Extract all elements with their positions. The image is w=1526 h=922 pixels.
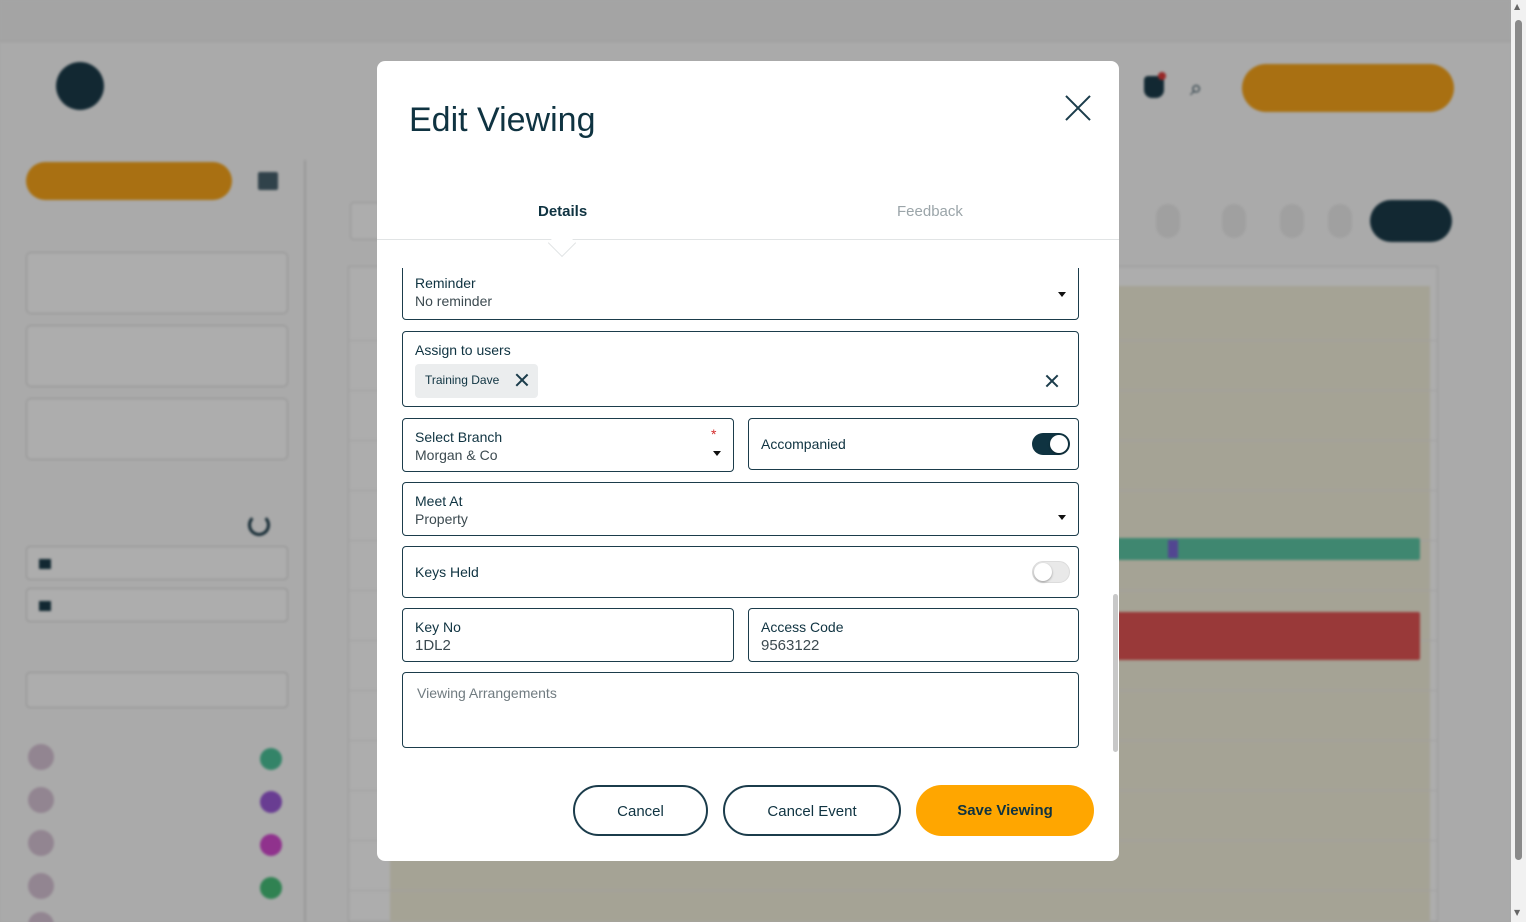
scroll-down-icon[interactable]: ▼ xyxy=(1514,908,1520,917)
key-no-value: 1DL2 xyxy=(415,637,451,654)
chip-remove-icon[interactable] xyxy=(515,373,529,387)
key-no-label: Key No xyxy=(415,619,461,635)
chevron-down-icon xyxy=(1058,515,1066,520)
tab-feedback[interactable]: Feedback xyxy=(897,203,963,220)
meet-at-value: Property xyxy=(415,511,468,527)
modal-title: Edit Viewing xyxy=(409,101,596,139)
save-viewing-button[interactable]: Save Viewing xyxy=(916,785,1094,836)
assign-users-label: Assign to users xyxy=(415,342,511,358)
access-code-value: 9563122 xyxy=(761,637,820,654)
keys-held-field: Keys Held xyxy=(402,546,1079,598)
tab-details[interactable]: Details xyxy=(538,203,587,220)
keys-held-toggle[interactable] xyxy=(1032,561,1070,583)
chevron-down-icon xyxy=(713,451,721,456)
branch-label: Select Branch xyxy=(415,429,503,445)
chevron-down-icon xyxy=(1058,292,1066,297)
tab-divider xyxy=(377,239,1119,240)
branch-select[interactable]: Select Branch * Morgan & Co xyxy=(402,418,734,472)
branch-value: Morgan & Co xyxy=(415,447,498,463)
form-scrollbar-thumb[interactable] xyxy=(1113,594,1118,752)
close-icon[interactable] xyxy=(1063,93,1093,123)
accompanied-field: Accompanied xyxy=(748,418,1079,470)
user-chip: Training Dave xyxy=(415,364,538,398)
meet-at-label: Meet At xyxy=(415,493,463,509)
viewing-arrangements-placeholder: Viewing Arrangements xyxy=(417,685,557,701)
accompanied-toggle[interactable] xyxy=(1032,433,1070,455)
edit-viewing-modal: Edit Viewing Details Feedback Reminder N… xyxy=(377,61,1119,861)
assign-users-field[interactable]: Assign to users Training Dave xyxy=(402,331,1079,407)
active-tab-indicator xyxy=(547,228,577,258)
reminder-label: Reminder xyxy=(415,275,476,291)
access-code-field[interactable]: Access Code 9563122 xyxy=(748,608,1079,662)
key-no-field[interactable]: Key No 1DL2 xyxy=(402,608,734,662)
viewing-arrangements-textarea[interactable]: Viewing Arrangements xyxy=(402,672,1079,748)
meet-at-select[interactable]: Meet At Property xyxy=(402,482,1079,536)
cancel-event-button[interactable]: Cancel Event xyxy=(723,785,901,836)
access-code-label: Access Code xyxy=(761,619,844,635)
scroll-up-icon[interactable]: ▲ xyxy=(1514,2,1520,11)
keys-held-label: Keys Held xyxy=(415,564,479,580)
window-scrollbar[interactable]: ▲ ▼ xyxy=(1511,0,1526,922)
cancel-button[interactable]: Cancel xyxy=(573,785,708,836)
reminder-select[interactable]: Reminder No reminder xyxy=(402,268,1079,320)
scrollbar-thumb[interactable] xyxy=(1515,20,1522,860)
reminder-value: No reminder xyxy=(415,293,493,309)
accompanied-label: Accompanied xyxy=(761,436,846,452)
clear-all-icon[interactable] xyxy=(1045,374,1059,388)
required-marker: * xyxy=(711,426,717,442)
user-chip-label: Training Dave xyxy=(425,373,500,387)
details-form: Reminder No reminder Assign to users Tra… xyxy=(377,268,1119,753)
